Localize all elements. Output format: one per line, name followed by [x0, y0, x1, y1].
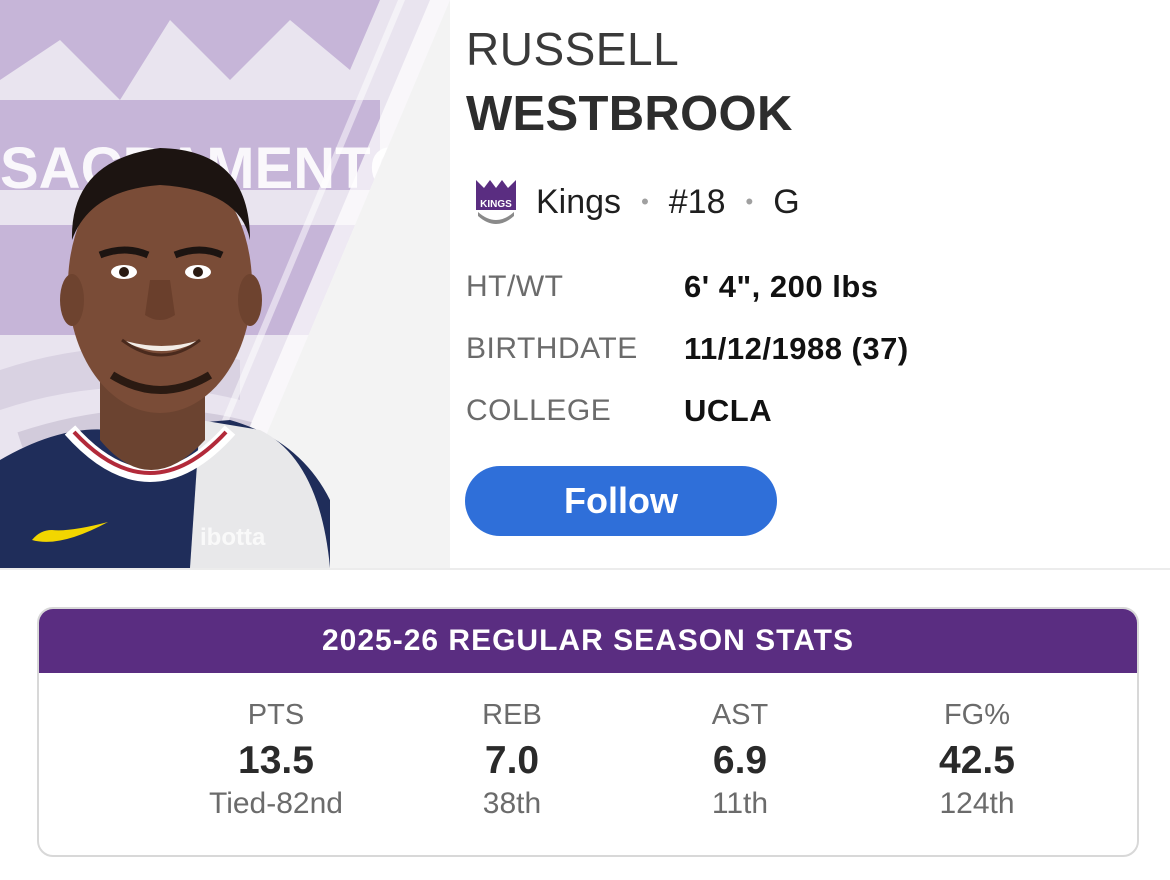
player-first-name: RUSSELL	[466, 23, 680, 75]
stat-rebounds: REB 7.0 38th	[382, 699, 642, 823]
team-info-row: KINGS Kings • #18 • G	[470, 176, 800, 228]
stat-value: 6.9	[712, 739, 768, 782]
stat-label: FG%	[943, 699, 1011, 731]
bio-row-height-weight: HT/WT 6' 4", 200 lbs	[466, 256, 909, 318]
separator-dot: •	[641, 189, 649, 214]
stat-rank: 38th	[482, 787, 542, 820]
bio-table: HT/WT 6' 4", 200 lbs BIRTHDATE 11/12/198…	[466, 256, 909, 442]
bio-row-birthdate: BIRTHDATE 11/12/1988 (37)	[466, 318, 909, 380]
stat-rank: 11th	[711, 787, 769, 820]
team-name-link[interactable]: Kings	[536, 183, 621, 222]
player-last-name: WESTBROOK	[466, 87, 793, 141]
stat-value: 7.0	[484, 739, 540, 782]
stat-rank: Tied-82nd	[209, 787, 343, 820]
stat-label: PTS	[247, 699, 305, 731]
stat-points: PTS 13.5 Tied-82nd	[146, 699, 406, 823]
stat-value: 13.5	[238, 739, 314, 782]
bio-value: UCLA	[684, 393, 773, 428]
bio-row-college: COLLEGE UCLA	[466, 380, 909, 442]
divider	[0, 568, 1170, 570]
stat-field-goal-pct: FG% 42.5 124th	[847, 699, 1107, 823]
svg-text:ibotta: ibotta	[200, 524, 266, 551]
season-stats-card: 2025-26 REGULAR SEASON STATS PTS 13.5 Ti…	[37, 607, 1139, 857]
jersey-number: #18	[668, 182, 726, 221]
kings-logo-icon[interactable]: KINGS	[470, 176, 522, 228]
bio-label: HT/WT	[466, 270, 564, 303]
svg-text:KINGS: KINGS	[480, 199, 512, 210]
player-position: G	[773, 182, 800, 221]
stat-label: REB	[482, 699, 542, 731]
bio-value: 11/12/1988 (37)	[684, 331, 909, 366]
stat-rank: 124th	[939, 787, 1015, 820]
separator-dot: •	[745, 189, 754, 214]
stats-title: 2025-26 REGULAR SEASON STATS	[39, 609, 1137, 673]
stat-assists: AST 6.9 11th	[610, 699, 870, 823]
player-photo: SACRAMENTO ibotta	[0, 0, 450, 568]
bio-label: BIRTHDATE	[466, 332, 638, 365]
follow-button[interactable]: Follow	[465, 466, 777, 536]
bio-label: COLLEGE	[466, 394, 612, 427]
player-header: SACRAMENTO ibotta	[0, 0, 1170, 568]
bio-value: 6' 4", 200 lbs	[684, 269, 879, 304]
stat-label: AST	[711, 699, 769, 731]
stat-value: 42.5	[939, 739, 1015, 782]
